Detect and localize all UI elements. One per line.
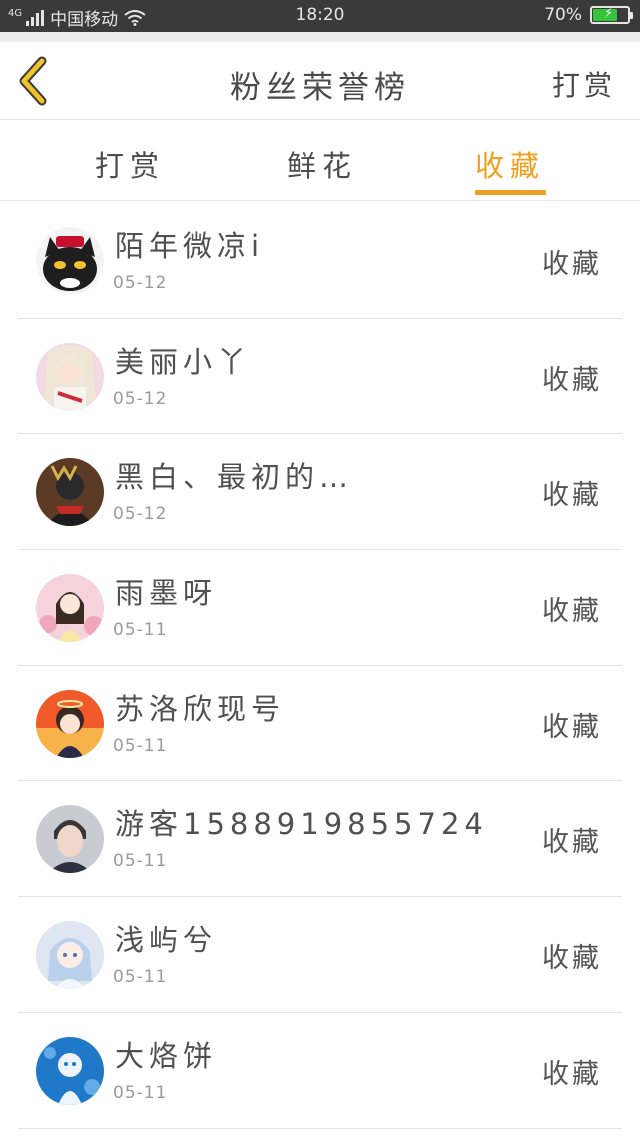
- fan-date: 05-12: [113, 388, 168, 409]
- fan-name: 雨墨呀: [115, 576, 218, 611]
- avatar[interactable]: [36, 689, 104, 758]
- avatar[interactable]: [36, 921, 104, 990]
- fan-date: 05-11: [113, 967, 168, 988]
- avatar[interactable]: [36, 342, 104, 411]
- fan-name: 美丽小丫: [115, 344, 252, 379]
- favorite-label: 收藏: [542, 480, 602, 512]
- favorite-label: 收藏: [542, 249, 602, 280]
- reward-button[interactable]: 打赏: [552, 64, 616, 104]
- avatar[interactable]: [36, 458, 104, 527]
- list-item[interactable]: 游客1588919855724 05-11 收藏: [18, 781, 622, 898]
- status-bar: 4G 中国移动 18:20 70% ⚡: [0, 0, 640, 32]
- fan-name: 黑白、最初的…: [115, 460, 354, 495]
- tab-flowers[interactable]: 鲜花: [262, 143, 382, 185]
- fan-name: 浅屿兮: [115, 923, 218, 958]
- list-item[interactable]: 黑白、最初的… 05-12 收藏: [18, 434, 622, 551]
- favorite-label: 收藏: [542, 1058, 602, 1090]
- avatar[interactable]: [36, 574, 104, 643]
- fan-name: 苏洛欣现号: [115, 691, 286, 726]
- avatar[interactable]: [36, 805, 104, 874]
- favorite-label: 收藏: [542, 364, 602, 396]
- fan-date: 05-11: [113, 735, 168, 756]
- battery-percent: 70%: [544, 5, 582, 25]
- tab-reward[interactable]: 打赏: [70, 143, 190, 185]
- status-right: 70% ⚡: [544, 5, 633, 25]
- tab-favorites[interactable]: 收藏: [450, 143, 570, 185]
- fan-date: 05-12: [113, 504, 168, 525]
- favorite-label: 收藏: [542, 943, 602, 975]
- avatar[interactable]: [36, 1036, 104, 1105]
- fan-date: 05-11: [113, 1082, 168, 1103]
- list-item[interactable]: 浅屿兮 05-11 收藏: [18, 897, 622, 1013]
- favorite-label: 收藏: [542, 596, 602, 628]
- charging-icon: ⚡: [604, 6, 614, 21]
- fan-list: 陌年微凉i 05-12 收藏 美丽小丫 05-12 收藏 黑白、最初的… 05-…: [0, 203, 640, 1129]
- list-item[interactable]: 大烙饼 05-11 收藏: [18, 1013, 622, 1129]
- nav-header: 粉丝荣誉榜 打赏: [0, 42, 640, 120]
- fan-name: 大烙饼: [115, 1038, 218, 1073]
- list-item[interactable]: 美丽小丫 05-12 收藏: [18, 319, 622, 435]
- avatar[interactable]: [36, 227, 104, 295]
- favorite-label: 收藏: [542, 711, 602, 743]
- header-shadow: [0, 32, 640, 42]
- fan-date: 05-11: [113, 851, 168, 872]
- battery-icon: ⚡: [590, 6, 633, 24]
- page-title: 粉丝荣誉榜: [230, 70, 410, 106]
- fan-name: 游客1588919855724: [115, 807, 488, 842]
- list-item[interactable]: 陌年微凉i 05-12 收藏: [18, 203, 622, 319]
- fan-date: 05-12: [113, 273, 168, 293]
- tab-bar: 打赏 鲜花 收藏: [0, 121, 640, 201]
- active-tab-indicator: [475, 190, 546, 195]
- fan-date: 05-11: [113, 620, 168, 641]
- fan-name: 陌年微凉i: [115, 229, 265, 263]
- list-item[interactable]: 苏洛欣现号 05-11 收藏: [18, 666, 622, 782]
- favorite-label: 收藏: [542, 827, 602, 859]
- list-item[interactable]: 雨墨呀 05-11 收藏: [18, 550, 622, 666]
